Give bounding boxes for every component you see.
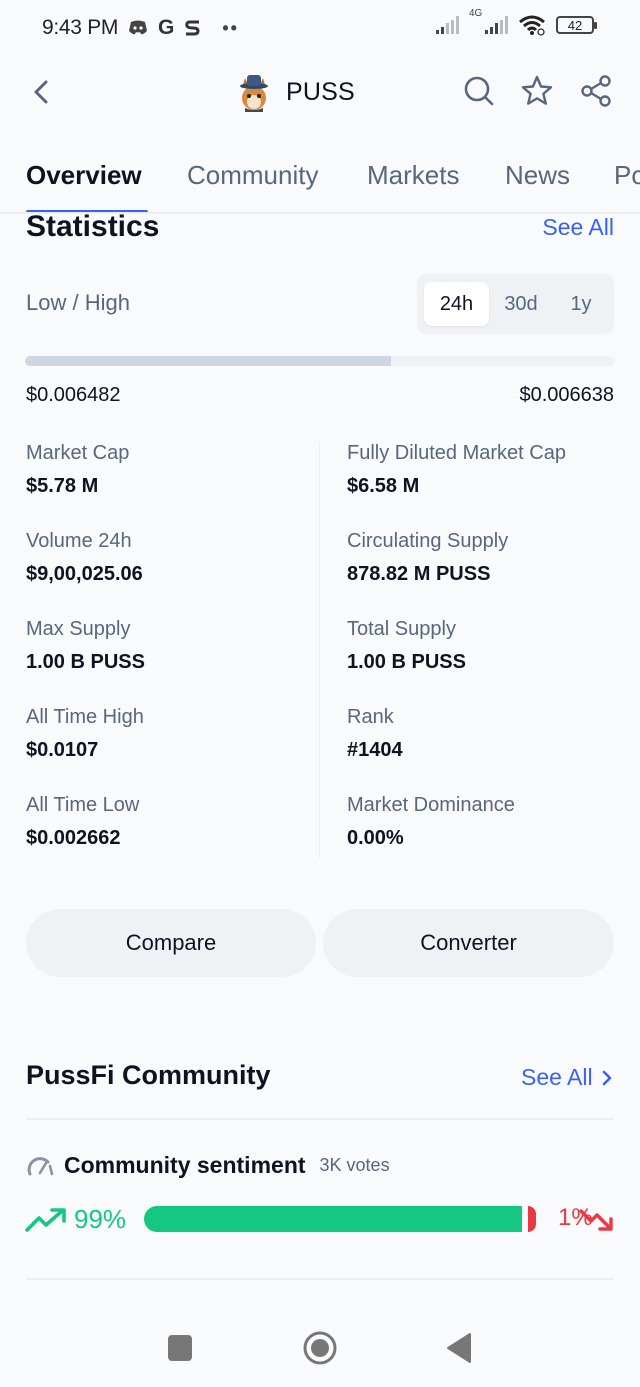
- stat-circulating-supply: Circulating Supply 878.82 M PUSS: [347, 530, 627, 586]
- stat-value: $0.0107: [26, 739, 99, 761]
- coin-logo: [240, 75, 268, 112]
- swiggy-icon: [185, 20, 200, 36]
- tab-markets[interactable]: Markets: [367, 160, 459, 191]
- stat-label: Fully Diluted Market Cap: [347, 442, 566, 464]
- tab-bar: Overview Community Markets News Portfoli…: [0, 150, 640, 214]
- more-notifications-indicator: ••: [222, 17, 239, 38]
- stat-max-supply: Max Supply 1.00 B PUSS: [26, 618, 306, 674]
- stat-label: Market Dominance: [347, 794, 515, 816]
- stat-value: $5.78 M: [26, 475, 99, 497]
- stat-value: 0.00%: [347, 827, 404, 849]
- gauge-icon: [27, 1156, 54, 1175]
- converter-button[interactable]: Converter: [323, 909, 614, 977]
- bullish-percent: 99%: [74, 1204, 127, 1234]
- compare-button[interactable]: Compare: [26, 909, 316, 977]
- wifi-icon: [519, 15, 545, 36]
- statistics-see-all-link[interactable]: See All: [542, 214, 614, 241]
- battery-icon: 42: [556, 16, 597, 34]
- stat-total-supply: Total Supply 1.00 B PUSS: [347, 618, 627, 674]
- tab-news[interactable]: News: [505, 160, 570, 191]
- stat-volume-24h: Volume 24h $9,00,025.06: [26, 530, 306, 586]
- coin-title: PUSS: [236, 72, 355, 112]
- stat-label: Market Cap: [26, 442, 130, 464]
- stat-all-time-high: All Time High $0.0107: [26, 706, 306, 762]
- stat-value: $6.58 M: [347, 475, 420, 497]
- share-icon[interactable]: [579, 74, 613, 108]
- stat-label: All Time Low: [26, 794, 140, 816]
- status-time: 9:43 PM: [42, 16, 119, 39]
- back-icon[interactable]: [26, 74, 58, 110]
- low-high-range-fill: [25, 356, 391, 366]
- range-high-value: $0.006638: [519, 384, 614, 406]
- star-icon[interactable]: [520, 74, 554, 108]
- tab-portfolio[interactable]: Portfolio: [614, 160, 640, 191]
- stat-value: 878.82 M PUSS: [347, 563, 491, 585]
- google-icon: G: [158, 16, 175, 39]
- stat-label: All Time High: [26, 706, 144, 728]
- discord-icon: [129, 20, 147, 35]
- back-nav-button[interactable]: [446, 1332, 472, 1364]
- stat-label: Circulating Supply: [347, 530, 509, 552]
- stat-value: 1.00 B PUSS: [347, 651, 466, 673]
- search-icon[interactable]: [462, 74, 496, 108]
- see-all-label: See All: [521, 1064, 593, 1090]
- vote-count: 3K votes: [319, 1155, 390, 1175]
- system-navigation-bar: [0, 1310, 640, 1387]
- home-button[interactable]: [302, 1330, 338, 1366]
- range-low-value: $0.006482: [26, 384, 121, 406]
- mobile-data-icon: 4G: [469, 8, 508, 34]
- sentiment-bar-row: 99% 1%: [24, 1200, 616, 1240]
- trending-up-icon[interactable]: [24, 1206, 68, 1234]
- community-sentiment-header: Community sentiment 3K votes: [26, 1152, 390, 1179]
- stat-label: Max Supply: [26, 618, 131, 640]
- bullish-bar: [144, 1206, 522, 1232]
- recents-button[interactable]: [168, 1335, 192, 1361]
- section-divider: [26, 1118, 614, 1120]
- signal-strength-icon: [436, 16, 459, 34]
- section-divider: [26, 1278, 614, 1280]
- stat-market-dominance: Market Dominance 0.00%: [347, 794, 627, 850]
- system-status-icons: 4G 42: [436, 8, 597, 36]
- low-high-label: Low / High: [26, 290, 130, 315]
- stats-column-divider: [319, 442, 320, 858]
- chevron-right-icon: [602, 1070, 611, 1085]
- low-high-range-bar: [25, 356, 615, 366]
- stat-value: $9,00,025.06: [26, 563, 143, 585]
- stat-value: #1404: [347, 739, 403, 761]
- stat-value: 1.00 B PUSS: [26, 651, 145, 673]
- tab-community[interactable]: Community: [187, 160, 318, 191]
- stat-label: Rank: [347, 706, 394, 728]
- stat-label: Volume 24h: [26, 530, 132, 552]
- sentiment-title: Community sentiment: [64, 1152, 306, 1178]
- period-24h-button[interactable]: 24h: [424, 282, 489, 326]
- period-1y-button[interactable]: 1y: [553, 282, 609, 326]
- statistics-title: Statistics: [26, 210, 160, 243]
- stat-all-time-low: All Time Low $0.002662: [26, 794, 306, 850]
- community-see-all-link[interactable]: See All: [521, 1064, 613, 1091]
- stat-label: Total Supply: [347, 618, 456, 640]
- trending-down-icon[interactable]: [578, 1206, 614, 1234]
- stat-market-cap: Market Cap $5.78 M: [26, 442, 306, 498]
- bearish-bar: [528, 1206, 536, 1232]
- period-selector: 24h 30d 1y: [417, 274, 614, 334]
- period-30d-button[interactable]: 30d: [489, 282, 553, 326]
- tab-overview[interactable]: Overview: [26, 160, 142, 191]
- app-header: PUSS: [0, 58, 640, 128]
- stat-fully-diluted-market-cap: Fully Diluted Market Cap $6.58 M: [347, 442, 627, 498]
- coin-symbol: PUSS: [286, 77, 355, 106]
- community-title: PussFi Community: [26, 1060, 271, 1090]
- status-bar: 9:43 PM G •• 4G 42: [0, 0, 640, 58]
- stat-value: $0.002662: [26, 827, 121, 849]
- stat-rank: Rank #1404: [347, 706, 627, 762]
- notification-icons: G ••: [128, 16, 239, 40]
